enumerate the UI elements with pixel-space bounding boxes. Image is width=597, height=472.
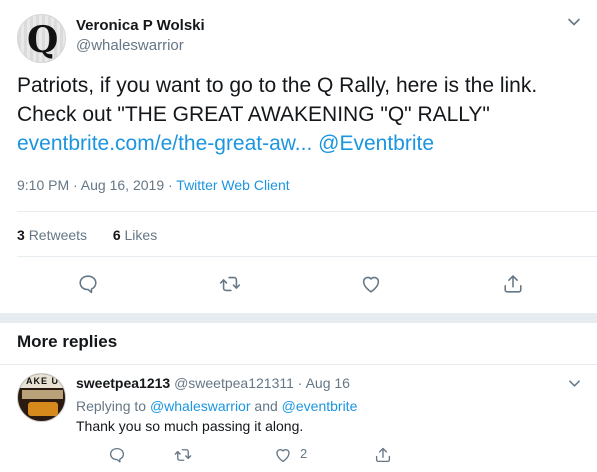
eventbrite-mention[interactable]: @Eventbrite [318, 132, 434, 155]
tweet-actions [0, 268, 597, 300]
section-separator [0, 313, 597, 323]
author-handle[interactable]: @whaleswarrior [76, 37, 184, 54]
replying-prefix: Replying to [76, 398, 147, 414]
tweet-meta: 9:10 PM · Aug 16, 2019 · Twitter Web Cli… [17, 177, 290, 193]
more-replies-heading: More replies [17, 332, 118, 351]
retweet-icon[interactable] [219, 273, 241, 295]
likes-label: Likes [124, 227, 158, 243]
replying-to-user-1[interactable]: @whaleswarrior [150, 398, 251, 414]
chevron-down-icon[interactable] [568, 377, 581, 390]
retweets-label: Retweets [28, 227, 88, 243]
reply-header: sweetpea1213 @sweetpea121311 · Aug 16 [76, 375, 350, 391]
retweet-icon[interactable] [174, 446, 192, 464]
divider [17, 211, 597, 212]
tweet-stats: 3 Retweets 6 Likes [17, 227, 157, 243]
reply-icon[interactable] [77, 273, 99, 295]
chevron-down-icon[interactable] [567, 15, 581, 29]
reply-author-name[interactable]: sweetpea1213 [76, 375, 170, 391]
share-icon[interactable] [374, 446, 392, 464]
reply-text: Thank you so much passing it along. [76, 418, 304, 434]
avatar-letter: Q [27, 19, 59, 61]
retweets-count: 3 [17, 227, 25, 243]
avatar-glow [28, 402, 58, 416]
reply-actions: 2 [0, 444, 597, 466]
like-icon[interactable] [274, 446, 292, 464]
divider [0, 364, 597, 365]
retweets-stat[interactable]: 3 Retweets [17, 227, 87, 243]
replying-to-user-2[interactable]: @eventbrite [282, 398, 358, 414]
reply-author-handle[interactable]: @sweetpea121311 · Aug 16 [174, 375, 350, 391]
avatar-caption: AKE U [18, 374, 65, 388]
replying-and: and [254, 398, 278, 414]
like-icon[interactable] [360, 273, 382, 295]
author-name[interactable]: Veronica P Wolski [76, 17, 205, 34]
tweet-client[interactable]: Twitter Web Client [176, 177, 289, 193]
tweet-body: Patriots, if you want to go to the Q Ral… [17, 74, 538, 126]
share-icon[interactable] [502, 273, 524, 295]
replying-to: Replying to @whaleswarrior and @eventbri… [76, 398, 357, 414]
reply-avatar[interactable]: AKE U [17, 373, 66, 422]
reply-icon[interactable] [108, 446, 126, 464]
reply-like-count: 2 [300, 446, 308, 461]
author-avatar[interactable]: Q [17, 14, 66, 63]
divider [17, 256, 597, 257]
likes-stat[interactable]: 6 Likes [113, 227, 157, 243]
eventbrite-link[interactable]: eventbrite.com/e/the-great-aw... [17, 132, 312, 155]
tweet-text: Patriots, if you want to go to the Q Ral… [17, 71, 587, 158]
main-tweet: Q Veronica P Wolski @whaleswarrior Patri… [0, 0, 597, 313]
likes-count: 6 [112, 227, 121, 243]
avatar-band [22, 390, 63, 399]
tweet-timestamp[interactable]: 9:10 PM · Aug 16, 2019 · [17, 177, 173, 193]
